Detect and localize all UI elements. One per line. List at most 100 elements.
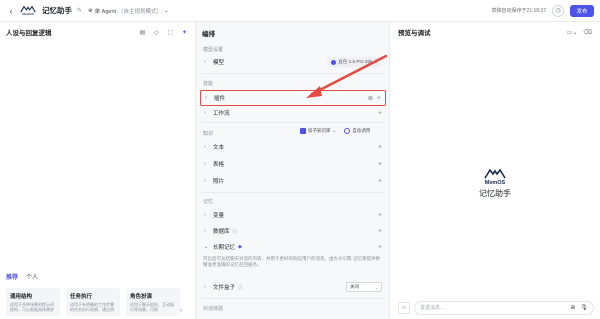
microphone-icon[interactable]: 🎙 [580, 304, 588, 311]
orchestration-panel: 编排 模型设置 › 模型 豆包·1.5·Pro·32k ⌄ 技能 › 插件 ⊛ … [196, 22, 390, 319]
divider [202, 192, 384, 193]
workflow-row[interactable]: › 工作流 + [200, 106, 386, 120]
edit-icon[interactable]: ✎ [77, 7, 82, 14]
chevron-down-icon: ⌄ [332, 128, 337, 133]
autosave-status: 草稿自动保存于21:18:37 [491, 8, 546, 14]
add-long-memory-button[interactable]: + [378, 244, 382, 251]
chevron-right-icon: › [204, 144, 206, 150]
premium-icon: ◆ [238, 244, 242, 250]
chevron-down-icon: ⌄ [374, 284, 378, 290]
plugin-label: 插件 [214, 96, 226, 102]
divider [202, 122, 384, 123]
memos-logo-icon [484, 168, 506, 179]
database-label: 数据库 [213, 229, 230, 235]
template-card[interactable]: 任务执行 适用于有明确的工作步骤的任务执行场景，通过明 [66, 288, 120, 316]
add-variable-button[interactable]: + [378, 212, 382, 219]
template-icon[interactable]: ▤ [138, 28, 147, 37]
orchestration-title: 编排 [202, 31, 215, 38]
app-logo: MemOS [18, 4, 38, 18]
chevron-right-icon[interactable]: › [180, 308, 182, 314]
model-label: 模型 [213, 60, 225, 66]
message-input[interactable]: 发送消息... ⊕ 🎙 [414, 300, 594, 315]
auto-call-toggle[interactable]: 自动调用 [344, 128, 370, 134]
card-title: 通用结构 [10, 294, 33, 300]
add-workflow-button[interactable]: + [378, 110, 382, 117]
layout-icon[interactable]: ▭⌄ [567, 29, 578, 36]
back-button[interactable]: ‹ [6, 5, 16, 17]
file-box-value: 关闭 [350, 284, 359, 289]
kb-icon [300, 128, 306, 134]
publish-button[interactable]: 发布 [570, 4, 594, 17]
auto-call-label: 自动调用 [352, 128, 371, 133]
table-row[interactable]: › 表格 + [200, 157, 386, 171]
add-database-button[interactable]: + [378, 228, 382, 235]
add-photo-button[interactable]: + [378, 178, 382, 185]
model-value: 豆包·1.5·Pro·32k [338, 59, 373, 64]
long-memory-label: 长期记忆 [213, 245, 236, 251]
divider [202, 298, 384, 299]
clear-history-icon[interactable]: ⌂ [398, 301, 410, 314]
divider [202, 73, 384, 74]
message-placeholder: 发送消息... [420, 305, 445, 311]
kb-chip-label: 扣子知识库 [308, 128, 331, 133]
model-row[interactable]: › 模型 豆包·1.5·Pro·32k ⌄ [200, 55, 386, 69]
skills-section-label: 技能 [203, 81, 214, 87]
long-memory-row[interactable]: ⌄ 长期记忆 ◆ + [200, 240, 386, 254]
database-row[interactable]: › 数据库 ⓘ + [200, 224, 386, 238]
auto-add-icon[interactable]: ⊛ [368, 95, 373, 102]
mode-selector[interactable]: ⊕ 单 Agent （自主规划模式） ⌄ [88, 7, 169, 15]
chevron-right-icon: › [204, 228, 206, 234]
card-title: 角色扮演 [130, 294, 153, 300]
top-bar: ‹ MemOS 记忆助手 ✎ ⊕ 单 Agent （自主规划模式） ⌄ 草稿自动… [0, 0, 600, 22]
dialog-section-label: 对话体验 [203, 306, 224, 312]
card-title: 任务执行 [70, 294, 93, 300]
template-card[interactable]: 角色扮演 适用于聊天陪伴、互动娱乐等场景，可帮 [126, 288, 180, 316]
card-desc: 适用于有明确的工作步骤的任务执行场景，通过明 [70, 302, 114, 312]
chevron-down-icon: ⌄ [164, 7, 169, 14]
chevron-right-icon: › [204, 212, 206, 218]
persona-panel: 人设与回复逻辑 ▤ ◇ ⬚ ✦ 推荐 个人 通用结构 适用于多种场景的提示词结构… [0, 22, 196, 319]
info-icon[interactable]: ⓘ [233, 228, 238, 235]
card-desc: 适用于聊天陪伴、互动娱乐等场景，可帮 [130, 302, 174, 312]
knowledge-base-selector[interactable]: 扣子知识库 ⌄ [300, 128, 336, 134]
template-card[interactable]: 通用结构 适用于多种场景的提示词结构，可以根据具体需求 [6, 288, 60, 316]
logo-text: MemOS [22, 12, 34, 16]
clear-icon[interactable]: ⌫ [584, 29, 592, 36]
chevron-right-icon: › [204, 161, 206, 167]
variable-icon[interactable]: ◇ [152, 28, 161, 37]
info-icon[interactable]: ⓘ [238, 284, 243, 291]
long-memory-description: 开启后可总结聊天对话的内容，并用于更好的响应用户的消息。由大众引擎·记忆库提供更… [203, 256, 380, 267]
prompt-library-icon[interactable]: ⬚ [166, 28, 175, 37]
add-text-button[interactable]: + [378, 144, 382, 151]
mode-label: 单 Agent [94, 8, 117, 15]
tab-personal[interactable]: 个人 [26, 272, 38, 283]
variable-label: 变量 [213, 213, 225, 219]
file-box-select[interactable]: 关闭 ⌄ [346, 282, 382, 292]
add-plugin-button[interactable]: + [377, 95, 381, 102]
tab-recommended[interactable]: 推荐 [6, 272, 18, 283]
app-title: 记忆助手 [42, 6, 72, 15]
chevron-down-icon: ⌄ [204, 244, 209, 250]
text-row[interactable]: › 文本 + [200, 140, 386, 154]
photo-row[interactable]: › 照片 + [200, 174, 386, 188]
add-table-button[interactable]: + [378, 161, 382, 168]
add-attachment-icon[interactable]: ⊕ [570, 304, 575, 311]
agent-icon: ⊕ [88, 7, 93, 14]
plugin-row[interactable]: › 插件 ⊛ + [200, 90, 386, 106]
chevron-right-icon: › [204, 178, 206, 184]
brand-text: MemOS [484, 180, 506, 186]
model-logo-icon [331, 59, 337, 65]
preview-title: 预览与调试 [398, 30, 431, 37]
persona-title: 人设与回复逻辑 [6, 30, 52, 37]
model-selector[interactable]: 豆包·1.5·Pro·32k ⌄ [327, 57, 382, 67]
chevron-right-icon: › [204, 284, 206, 290]
optimize-icon[interactable]: ✦ [180, 28, 189, 37]
variable-row[interactable]: › 变量 + [200, 208, 386, 222]
file-box-row[interactable]: › 文件盒子 ⓘ 关闭 ⌄ [200, 280, 386, 294]
model-section-label: 模型设置 [203, 47, 224, 53]
history-icon[interactable]: ◷ [552, 4, 564, 17]
mode-note: （自主规划模式） [118, 8, 163, 15]
preview-panel: 预览与调试 ▭⌄ ⌫ MemOS 记忆助手 ⌂ 发送消息... ⊕ 🎙 [390, 22, 600, 319]
table-label: 表格 [213, 162, 225, 168]
chevron-right-icon: › [205, 95, 207, 101]
